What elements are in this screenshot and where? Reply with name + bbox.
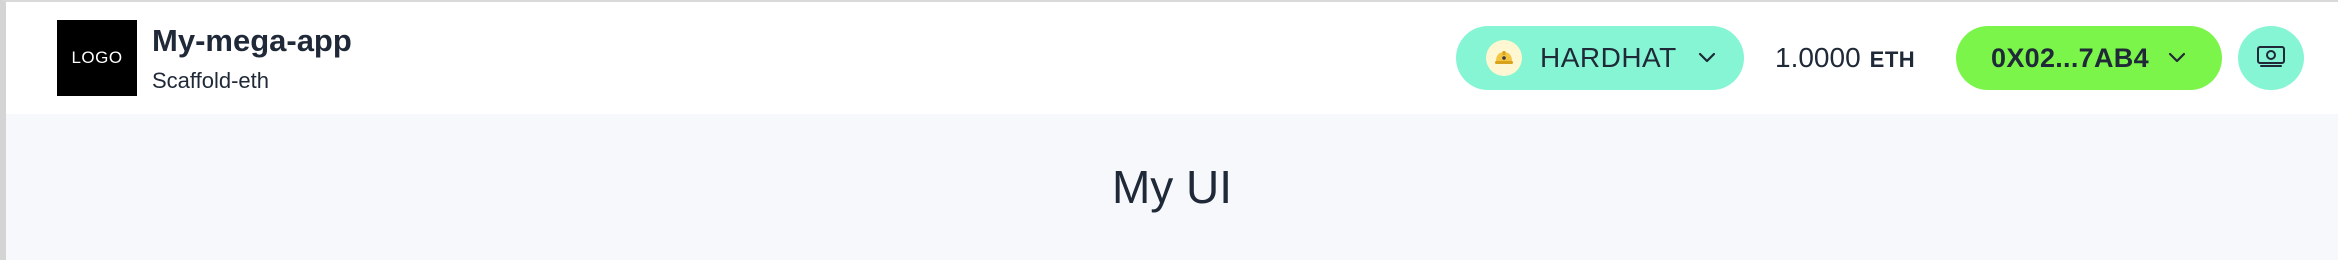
logo[interactable]: LOGO [57, 20, 137, 96]
chevron-down-icon [2165, 46, 2189, 70]
top-header: LOGO My-mega-app Scaffold-eth HARDHAT 1.… [6, 2, 2338, 114]
balance-display: 1.0000 ETH [1775, 42, 1915, 74]
faucet-button[interactable] [2238, 26, 2304, 90]
balance-unit: ETH [1869, 47, 1916, 72]
page-title: My UI [1111, 161, 1233, 213]
banknote-icon [2256, 43, 2286, 74]
account-button[interactable]: 0X02...7AB4 [1956, 26, 2222, 90]
main-content: My UI [6, 114, 2338, 260]
app-title: My-mega-app [152, 23, 352, 58]
app-window: LOGO My-mega-app Scaffold-eth HARDHAT 1.… [0, 0, 2338, 260]
app-subtitle: Scaffold-eth [152, 68, 270, 93]
network-label: HARDHAT [1540, 42, 1677, 73]
hardhat-icon [1486, 40, 1522, 76]
chevron-down-icon [1695, 46, 1719, 70]
network-switch-button[interactable]: HARDHAT [1456, 26, 1744, 90]
account-address: 0X02...7AB4 [1991, 42, 2149, 73]
balance-value: 1.0000 [1775, 42, 1861, 73]
